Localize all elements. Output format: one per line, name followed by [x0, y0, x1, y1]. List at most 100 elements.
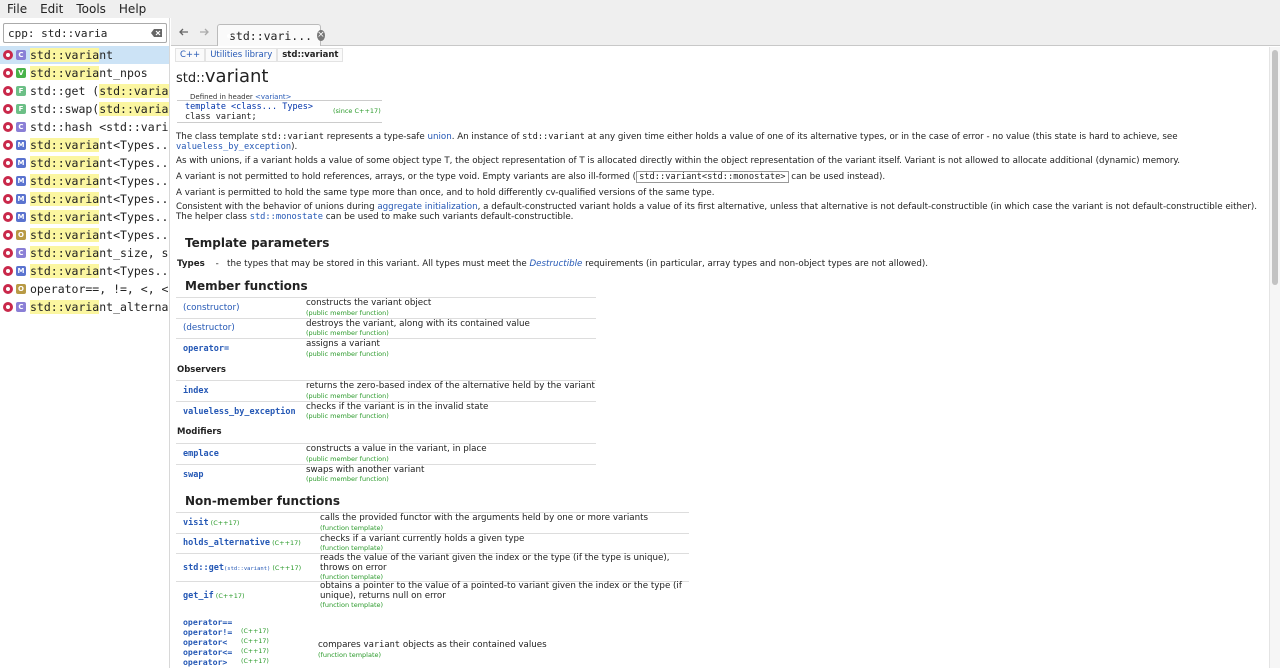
menu-help[interactable]: Help	[112, 0, 152, 18]
cpp-doc-icon	[3, 176, 13, 186]
function-name-link[interactable]: emplace	[176, 443, 304, 464]
heading-modifiers: Modifiers	[177, 427, 222, 437]
search-result[interactable]: Fstd::get (std::varia...	[0, 82, 169, 100]
nonmember-table: visit (C++17) calls the provided functor …	[176, 512, 689, 609]
menu-edit[interactable]: Edit	[33, 0, 69, 18]
tab-bar: std::vari... ×	[171, 18, 1280, 46]
function-desc: checks if a variant currently holds a gi…	[318, 532, 689, 554]
search-result[interactable]: Cstd::hash <std::vari...	[0, 118, 169, 136]
page-title: std::variant	[176, 66, 268, 87]
title-name: variant	[204, 66, 269, 87]
function-name-link[interactable]: index	[176, 380, 304, 401]
operator-link[interactable]: operator< (C++17)	[183, 637, 269, 647]
close-tab-icon[interactable]: ×	[317, 30, 325, 41]
search-results-list: Cstd::variant Vstd::variant_npos Fstd::get…	[0, 46, 169, 316]
table-row: swap swaps with another variant (public me…	[176, 463, 596, 485]
comparison-desc: compares variant objects as their contai…	[318, 640, 547, 660]
function-name-link[interactable]: std::get(std::variant) (C++17)	[176, 553, 318, 582]
symbol-kind-icon: M	[16, 140, 26, 150]
sidebar: Cstd::variantVstd::variant_nposFstd::get…	[0, 18, 170, 668]
menu-file[interactable]: File	[0, 0, 33, 18]
result-label: std::swap(std::varia...	[30, 102, 169, 116]
destructible-link[interactable]: Destructible	[529, 259, 582, 269]
cpp-doc-icon	[3, 248, 13, 258]
function-name-link[interactable]: operator=	[176, 338, 304, 359]
search-result[interactable]: Fstd::swap(std::varia...	[0, 100, 169, 118]
heading-nonmember: Non-member functions	[185, 494, 340, 508]
operator-link[interactable]: operator!= (C++17)	[183, 627, 269, 637]
operator-link[interactable]: operator> (C++17)	[183, 657, 269, 667]
paragraph-default: Consistent with the behavior of unions d…	[176, 202, 1266, 212]
breadcrumb-cpp[interactable]: C++	[175, 48, 206, 62]
search-result[interactable]: Ooperator==, !=, <, <...	[0, 280, 169, 298]
tab-std-variant[interactable]: std::vari... ×	[217, 24, 325, 46]
vertical-scrollbar[interactable]	[1269, 47, 1280, 668]
function-name-link[interactable]: valueless_by_exception	[176, 400, 304, 422]
function-name-link[interactable]: (constructor)	[176, 297, 304, 318]
cpp-doc-icon	[3, 302, 13, 312]
function-desc: obtains a pointer to the value of a poin…	[318, 581, 689, 609]
paragraph-references: A variant is not permitted to hold refer…	[176, 171, 1266, 183]
paragraph-unions: As with unions, if a variant holds a val…	[176, 156, 1181, 166]
cpp-doc-icon	[3, 104, 13, 114]
since-badge: (since C++17)	[333, 107, 381, 115]
function-name-link[interactable]: get_if (C++17)	[176, 581, 318, 609]
function-name-link[interactable]: visit (C++17)	[176, 512, 318, 533]
operator-link[interactable]: operator<= (C++17)	[183, 647, 269, 657]
code: std::variant	[522, 132, 585, 142]
back-arrow-icon[interactable]	[177, 25, 191, 39]
forward-arrow-icon[interactable]	[197, 25, 211, 39]
text: The helper class	[176, 212, 247, 222]
text: ).	[291, 142, 298, 152]
observers-table: index returns the zero-based index of the…	[176, 380, 596, 422]
menu-tools[interactable]: Tools	[69, 0, 112, 18]
search-result[interactable]: Mstd::variant<Types...	[0, 262, 169, 280]
function-name-link[interactable]: holds_alternative (C++17)	[176, 532, 318, 554]
param-name: Types	[177, 259, 205, 269]
symbol-kind-icon: V	[16, 68, 26, 78]
operator-link[interactable]: operator==	[183, 617, 232, 627]
valueless-link[interactable]: valueless_by_exception	[176, 142, 291, 152]
search-result[interactable]: Mstd::variant<Types...	[0, 208, 169, 226]
cpp-doc-icon	[3, 194, 13, 204]
search-result[interactable]: Cstd::variant_size, s...	[0, 244, 169, 262]
monostate-link[interactable]: std::monostate	[250, 212, 323, 222]
symbol-kind-icon: F	[16, 104, 26, 114]
search-result[interactable]: Ostd::variant<Types...	[0, 226, 169, 244]
table-row: (destructor) destroys the variant, along …	[176, 317, 596, 339]
search-result[interactable]: Vstd::variant_npos	[0, 64, 169, 82]
cpp-doc-icon	[3, 86, 13, 96]
clear-search-icon[interactable]	[151, 27, 163, 39]
decl-line-1: template <class... Types>	[185, 102, 313, 112]
search-result[interactable]: Cstd::variant	[0, 46, 169, 64]
scroll-thumb[interactable]	[1272, 50, 1278, 285]
symbol-kind-icon: M	[16, 194, 26, 204]
heading-template-params: Template parameters	[185, 236, 330, 250]
cpp-doc-icon	[3, 230, 13, 240]
search-input[interactable]	[8, 26, 148, 41]
search-result[interactable]: Mstd::variant<Types...	[0, 154, 169, 172]
search-result[interactable]: Mstd::variant<Types...	[0, 136, 169, 154]
menubar: File Edit Tools Help	[0, 0, 1280, 18]
aggregate-init-link[interactable]: aggregate initialization	[377, 202, 477, 212]
search-result[interactable]: Mstd::variant<Types...	[0, 172, 169, 190]
result-label: std::variant<Types...	[30, 174, 169, 188]
union-link[interactable]: union	[427, 132, 451, 142]
cpp-doc-icon	[3, 140, 13, 150]
cpp-doc-icon	[3, 68, 13, 78]
result-label: std::get (std::varia...	[30, 84, 169, 98]
table-row: holds_alternative (C++17) checks if a var…	[176, 532, 689, 554]
function-name-link[interactable]: swap	[176, 463, 304, 485]
result-label: std::variant_npos	[30, 66, 148, 80]
breadcrumb-utilities[interactable]: Utilities library	[205, 48, 278, 62]
search-result[interactable]: Cstd::variant_alterna...	[0, 298, 169, 316]
result-label: std::variant<Types...	[30, 210, 169, 224]
search-result[interactable]: Mstd::variant<Types...	[0, 190, 169, 208]
symbol-kind-icon: O	[16, 284, 26, 294]
function-name-link[interactable]: (destructor)	[176, 317, 304, 339]
function-desc: calls the provided functor with the argu…	[318, 512, 689, 533]
result-label: std::variant	[30, 48, 114, 62]
paragraph-monostate: The helper class std::monostate can be u…	[176, 212, 1266, 222]
heading-observers: Observers	[177, 365, 226, 375]
result-label: std::variant<Types...	[30, 228, 169, 242]
